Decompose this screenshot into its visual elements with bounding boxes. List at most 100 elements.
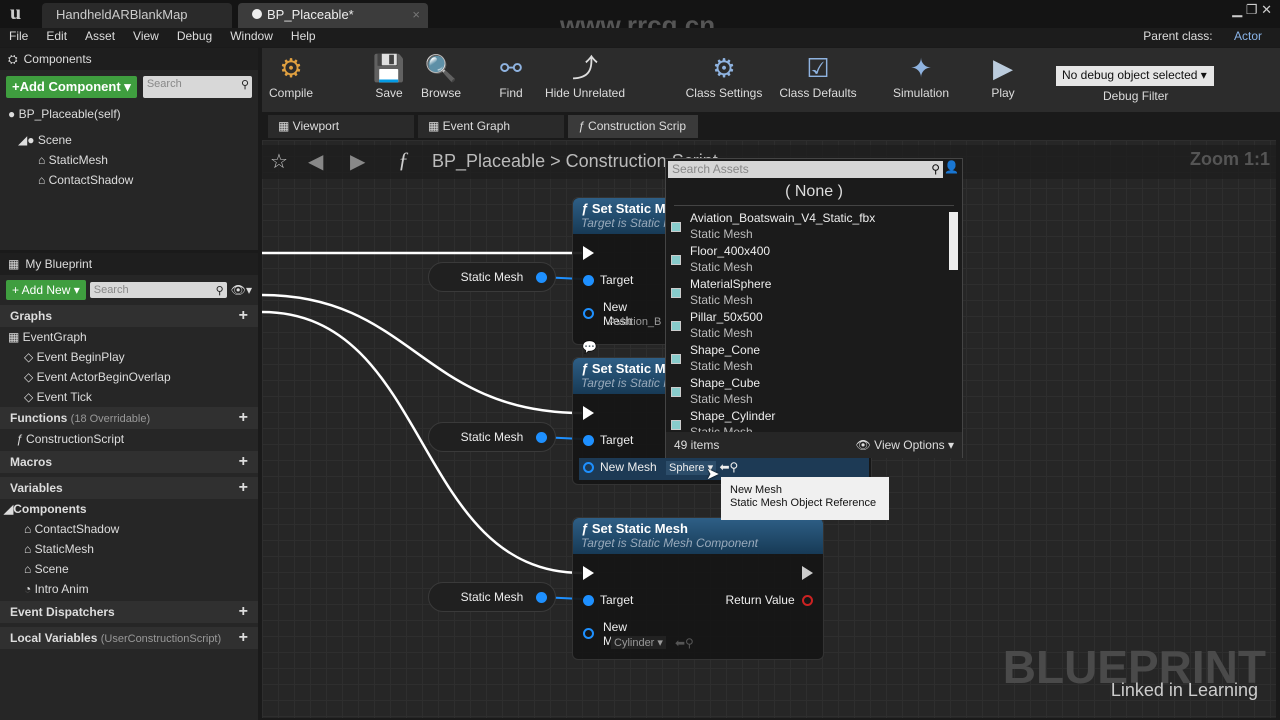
asset-list[interactable]: Aviation_Boatswain_V4_Static_fbx Static M… (666, 206, 962, 432)
add-function-icon[interactable]: + (239, 407, 248, 429)
add-graph-icon[interactable]: + (239, 305, 248, 327)
window-controls[interactable]: ▁ ❐ ✕ (1232, 2, 1272, 18)
add-variable-icon[interactable]: + (239, 477, 248, 499)
event-tick[interactable]: ◇ Event Tick (8, 387, 258, 407)
asset-item[interactable]: Aviation_Boatswain_V4_Static_fbx Static M… (666, 210, 962, 243)
tree-item-staticmesh[interactable]: ⌂ StaticMesh (8, 150, 258, 170)
class-settings-button[interactable]: ⚙ Class Settings (680, 50, 768, 100)
scrollbar-thumb[interactable] (949, 212, 958, 270)
find-button[interactable]: ⚯ Find (476, 50, 546, 100)
use-selected-arrow-icon[interactable]: ⬅ (719, 460, 729, 474)
set-static-mesh-node[interactable]: ƒ Set Static MeshTarget is Static Mesh C… (572, 517, 824, 660)
blueprint-search-input[interactable]: Search ⚲ (89, 282, 227, 298)
output-pin[interactable] (536, 432, 547, 443)
menu-edit[interactable]: Edit (37, 28, 76, 47)
menu-view[interactable]: View (124, 28, 168, 47)
tree-item-scene[interactable]: ◢● Scene (8, 130, 258, 150)
window-tab-blueprint[interactable]: BP_Placeable* × (238, 3, 428, 28)
debug-object-select[interactable]: No debug object selected ▾ (1056, 66, 1214, 86)
none-option[interactable]: ( None ) (674, 180, 954, 206)
asset-item[interactable]: Shape_Cylinder Static Mesh (666, 408, 962, 432)
search-icon: ⚲ (931, 162, 940, 176)
search-assets-input[interactable]: Search Assets ⚲ (668, 161, 943, 178)
static-mesh-getter[interactable]: Static Mesh (428, 262, 556, 292)
event-beginplay[interactable]: ◇ Event BeginPlay (8, 347, 258, 367)
exec-in-pin[interactable] (583, 246, 594, 260)
mouse-cursor-icon: ➤ (706, 466, 720, 483)
category-components[interactable]: ◢Components (4, 499, 258, 519)
close-tab-icon[interactable]: × (412, 7, 420, 22)
play-button[interactable]: ▶ Play (968, 50, 1038, 100)
view-options-button[interactable]: 👁 View Options ▾ (856, 438, 954, 452)
target-pin[interactable]: Target (583, 433, 633, 447)
section-variables[interactable]: Variables + (0, 477, 258, 499)
asset-item[interactable]: Floor_400x400 Static Mesh (666, 243, 962, 276)
menu-file[interactable]: File (0, 28, 37, 47)
menu-window[interactable]: Window (221, 28, 282, 47)
tab-viewport[interactable]: ▦ Viewport (268, 115, 414, 138)
target-pin[interactable]: Target (583, 273, 633, 287)
function-constructionscript[interactable]: ƒ ConstructionScript (16, 429, 258, 449)
add-component-button[interactable]: +Add Component ▾ (6, 76, 137, 98)
menu-asset[interactable]: Asset (76, 28, 124, 47)
var-scene[interactable]: ⌂ Scene (4, 559, 258, 579)
exec-in-pin[interactable] (583, 566, 594, 580)
user-filter-icon[interactable]: 👤 (944, 160, 959, 174)
graph-eventgraph[interactable]: ▦ EventGraph (8, 327, 258, 347)
eye-icon[interactable]: 👁▾ (231, 283, 252, 297)
asset-item[interactable]: Pillar_50x500 Static Mesh (666, 309, 962, 342)
comment-bubble-icon[interactable]: 💬 (582, 340, 597, 354)
var-staticmesh[interactable]: ⌂ StaticMesh (4, 539, 258, 559)
tab-event-graph[interactable]: ▦ Event Graph (418, 115, 564, 138)
event-actorbeginoverlap[interactable]: ◇ Event ActorBeginOverlap (8, 367, 258, 387)
panel-title: Components (23, 52, 92, 66)
exec-out-pin[interactable] (802, 566, 813, 580)
mesh-thumbnail-icon (671, 255, 681, 265)
menu-debug[interactable]: Debug (168, 28, 221, 47)
class-defaults-button[interactable]: ☑ Class Defaults (774, 50, 862, 100)
add-macro-icon[interactable]: + (239, 451, 248, 473)
window-tab-map[interactable]: HandheldARBlankMap (42, 3, 232, 28)
components-icon: ⛭ (8, 51, 18, 66)
asset-item[interactable]: Shape_Cone Static Mesh (666, 342, 962, 375)
browse-button[interactable]: 🔍 Browse (406, 50, 476, 100)
simulation-button[interactable]: ✦ Simulation (884, 50, 958, 100)
compile-button[interactable]: ⚙ Compile (256, 50, 326, 100)
asset-item[interactable]: MaterialSphere Static Mesh (666, 276, 962, 309)
hide-unrelated-button[interactable]: ⤴ Hide Unrelated (540, 50, 630, 100)
return-value-pin[interactable]: Return Value (726, 593, 813, 607)
self-item[interactable]: ● BP_Placeable(self) (8, 104, 258, 124)
target-pin[interactable]: Target (583, 593, 633, 607)
browse-search-icon[interactable]: ⚲ (730, 460, 739, 474)
static-mesh-getter[interactable]: Static Mesh (428, 422, 556, 452)
tab-construction-script[interactable]: ƒ Construction Scrip (568, 115, 698, 138)
section-graphs[interactable]: Graphs + (0, 305, 258, 327)
add-local-variable-icon[interactable]: + (239, 627, 248, 649)
asset-item[interactable]: Shape_Cube Static Mesh (666, 375, 962, 408)
mesh-select-dropdown[interactable]: Cylinder ▾ (611, 636, 666, 649)
section-macros[interactable]: Macros + (0, 451, 258, 473)
play-icon: ▶ (993, 53, 1013, 83)
parent-class-link[interactable]: Actor (1225, 28, 1271, 44)
pin-tooltip: New Mesh Static Mesh Object Reference (721, 477, 889, 520)
new-mesh-pin[interactable]: New Mesh Aviation_B (583, 300, 661, 328)
menu-help[interactable]: Help (282, 28, 325, 47)
add-dispatcher-icon[interactable]: + (239, 601, 248, 623)
var-contactshadow[interactable]: ⌂ ContactShadow (4, 519, 258, 539)
var-intro-anim[interactable]: ◔ Intro Anim (4, 579, 258, 599)
section-functions[interactable]: Functions (18 Overridable) + (0, 407, 258, 429)
exec-in-pin[interactable] (583, 406, 594, 420)
output-pin[interactable] (536, 272, 547, 283)
section-event-dispatchers[interactable]: Event Dispatchers + (0, 601, 258, 623)
new-mesh-pin[interactable]: New MeshCylinder ▾⬅⚲ (583, 620, 694, 650)
components-search-input[interactable]: Search ⚲ (142, 76, 252, 98)
class-defaults-icon: ☑ (806, 53, 830, 83)
output-pin[interactable] (536, 592, 547, 603)
static-mesh-getter[interactable]: Static Mesh (428, 582, 556, 612)
menu-bar: File Edit Asset View Debug Window Help Parent … (0, 28, 1280, 47)
add-new-button[interactable]: + Add New ▾ (6, 280, 86, 300)
section-local-variables[interactable]: Local Variables (UserConstructionScript)… (0, 627, 258, 649)
unreal-logo-icon: u (10, 2, 22, 24)
title-bar: u HandheldARBlankMap BP_Placeable* × www.… (0, 0, 1280, 40)
tree-item-contactshadow[interactable]: ⌂ ContactShadow (8, 170, 258, 190)
